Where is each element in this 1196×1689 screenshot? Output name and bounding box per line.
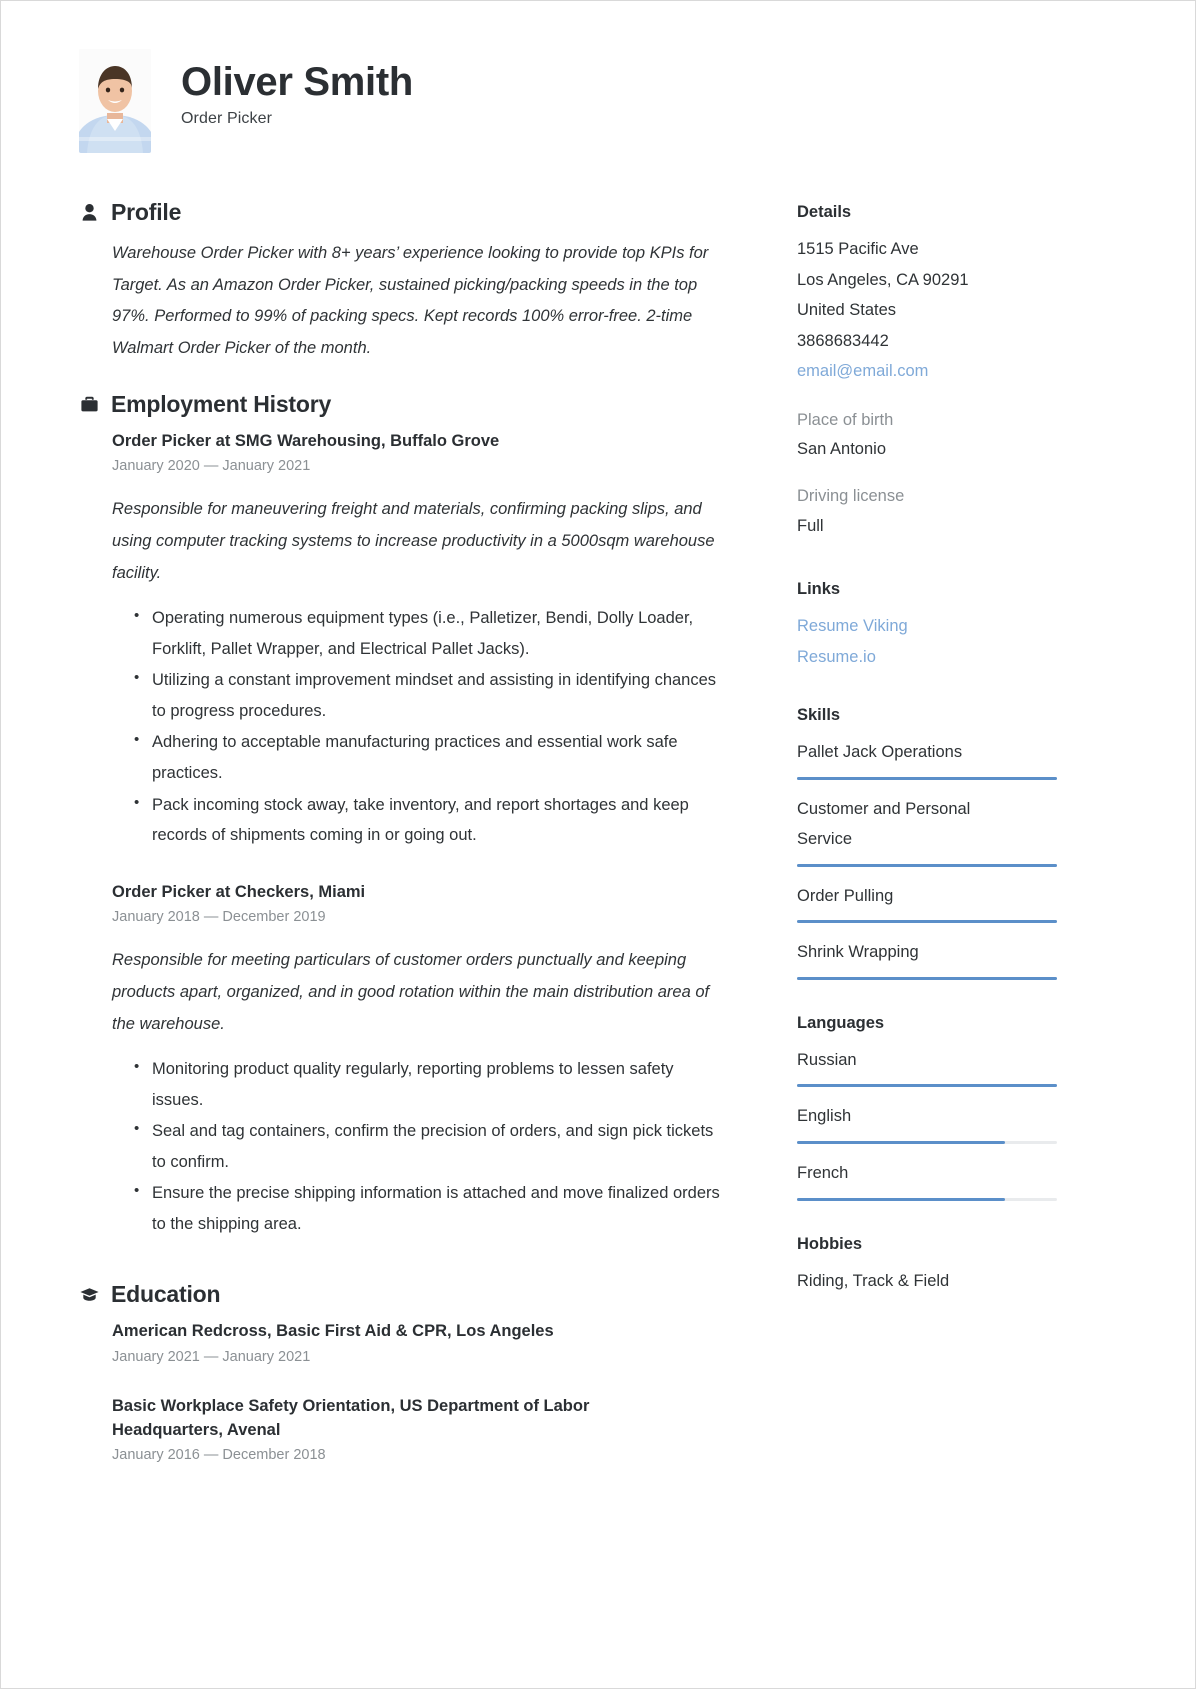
- section-education: Education American Redcross, Basic First…: [79, 1281, 729, 1465]
- section-heading: Profile: [79, 199, 729, 226]
- section-hobbies: Hobbies Riding, Track & Field: [797, 1235, 1097, 1297]
- resume-page: Oliver Smith Order Picker Profile Wareho…: [0, 0, 1196, 1689]
- section-languages: Languages Russian English French: [797, 1014, 1097, 1201]
- list-item: Pack incoming stock away, take inventory…: [134, 789, 729, 851]
- entry-dates: January 2018 — December 2019: [112, 908, 326, 925]
- section-title: Skills: [797, 706, 841, 725]
- language-label: English: [797, 1107, 852, 1126]
- employment-entry: Order Picker at SMG Warehousing, Buffalo…: [112, 430, 729, 851]
- list-item: Operating numerous equipment types (i.e.…: [134, 602, 729, 664]
- address-line-1: 1515 Pacific Ave: [797, 240, 919, 258]
- skill-level-bar: [797, 863, 1057, 867]
- employment-entry: Order Picker at Checkers, Miami January …: [112, 881, 729, 1240]
- entry-dates: January 2021 — January 2021: [112, 1348, 311, 1365]
- section-title: Profile: [111, 199, 182, 225]
- section-content: Order Picker at SMG Warehousing, Buffalo…: [79, 430, 729, 1240]
- section-heading: Education: [79, 1281, 729, 1308]
- language-label: Russian: [797, 1050, 857, 1069]
- link-resume-io[interactable]: Resume.io: [797, 642, 1097, 673]
- section-title: Hobbies: [797, 1234, 863, 1253]
- skill-item: Order Pulling: [797, 881, 1097, 924]
- section-title: Details: [797, 203, 852, 221]
- section-title: Employment History: [111, 390, 332, 417]
- entry-description: Responsible for maneuvering freight and …: [112, 500, 715, 582]
- education-entry: Basic Workplace Safety Orientation, US D…: [112, 1395, 729, 1465]
- skill-item: Customer and Personal Service: [797, 794, 1097, 867]
- skill-label: Pallet Jack Operations: [797, 743, 963, 762]
- section-content: American Redcross, Basic First Aid & CPR…: [79, 1320, 729, 1465]
- language-label: French: [797, 1164, 849, 1182]
- sidebar-column: Details 1515 Pacific Ave Los Angeles, CA…: [797, 199, 1097, 1491]
- education-entry: American Redcross, Basic First Aid & CPR…: [112, 1320, 729, 1367]
- list-item: Utilizing a constant improvement mindset…: [134, 664, 729, 726]
- skill-label: Shrink Wrapping: [797, 943, 919, 962]
- language-level-bar: [797, 1141, 1057, 1144]
- language-level-bar: [797, 1084, 1057, 1088]
- language-level-fill: [797, 1141, 1005, 1144]
- section-profile: Profile Warehouse Order Picker with 8+ y…: [79, 199, 729, 365]
- entry-bullets: Monitoring product quality regularly, re…: [112, 1053, 729, 1239]
- skill-level-fill: [797, 863, 1057, 867]
- place-of-birth-value: San Antonio: [797, 440, 886, 459]
- section-title: Languages: [797, 1013, 885, 1032]
- section-heading: Employment History: [79, 391, 729, 418]
- resume-body: Profile Warehouse Order Picker with 8+ y…: [1, 199, 1195, 1491]
- list-item: Seal and tag containers, confirm the pre…: [134, 1115, 729, 1177]
- resume-header: Oliver Smith Order Picker: [1, 1, 1195, 153]
- entry-title: Basic Workplace Safety Orientation, US D…: [112, 1397, 590, 1439]
- skill-label: Order Pulling: [797, 886, 894, 905]
- entry-description: Responsible for meeting particulars of c…: [112, 951, 710, 1033]
- job-title: Order Picker: [181, 110, 272, 127]
- profile-text: Warehouse Order Picker with 8+ years’ ex…: [112, 244, 709, 358]
- section-title: Education: [111, 1281, 221, 1308]
- section-skills: Skills Pallet Jack Operations Customer a…: [797, 706, 1097, 980]
- skill-item: Pallet Jack Operations: [797, 737, 1097, 780]
- skill-level-fill: [797, 976, 1057, 980]
- briefcase-icon: [79, 393, 99, 415]
- hobbies-text: Riding, Track & Field: [797, 1271, 950, 1290]
- skill-label: Customer and Personal Service: [797, 799, 971, 849]
- entry-dates: January 2020 — January 2021: [112, 458, 311, 475]
- skill-level-fill: [797, 776, 1057, 780]
- name-block: Oliver Smith Order Picker: [181, 49, 413, 128]
- phone-number: 3868683442: [797, 331, 889, 350]
- section-title: Links: [797, 580, 841, 599]
- section-details: Details 1515 Pacific Ave Los Angeles, CA…: [797, 203, 1097, 540]
- place-of-birth-label: Place of birth: [797, 410, 894, 429]
- link-resume-viking[interactable]: Resume Viking: [797, 611, 1097, 642]
- entry-dates: January 2016 — December 2018: [112, 1446, 326, 1463]
- language-level-fill: [797, 1084, 1057, 1088]
- language-level-bar: [797, 1197, 1057, 1201]
- language-level-fill: [797, 1197, 1005, 1201]
- language-item: Russian: [797, 1045, 1097, 1088]
- person-icon: [79, 202, 99, 224]
- section-links: Links Resume Viking Resume.io: [797, 580, 1097, 672]
- language-item: French: [797, 1158, 1097, 1201]
- section-content: Warehouse Order Picker with 8+ years’ ex…: [79, 238, 729, 365]
- driving-license-label: Driving license: [797, 487, 905, 506]
- entry-bullets: Operating numerous equipment types (i.e.…: [112, 602, 729, 851]
- graduation-cap-icon: [79, 1284, 99, 1306]
- skill-level-fill: [797, 920, 1057, 924]
- skill-level-bar: [797, 920, 1057, 924]
- section-employment-history: Employment History Order Picker at SMG W…: [79, 391, 729, 1240]
- list-item: Ensure the precise shipping information …: [134, 1177, 729, 1239]
- country: United States: [797, 301, 897, 320]
- skill-level-bar: [797, 976, 1057, 980]
- list-item: Monitoring product quality regularly, re…: [134, 1053, 729, 1115]
- address-line-2: Los Angeles, CA 90291: [797, 270, 969, 289]
- main-column: Profile Warehouse Order Picker with 8+ y…: [79, 199, 729, 1491]
- language-item: English: [797, 1101, 1097, 1144]
- page-title: Oliver Smith: [181, 60, 414, 104]
- entry-title: Order Picker at Checkers, Miami: [112, 882, 366, 901]
- skill-level-bar: [797, 776, 1057, 780]
- avatar: [79, 49, 151, 153]
- list-item: Adhering to acceptable manufacturing pra…: [134, 726, 729, 788]
- entry-title: Order Picker at SMG Warehousing, Buffalo…: [112, 431, 500, 450]
- email-link[interactable]: email@email.com: [797, 356, 1097, 387]
- driving-license-value: Full: [797, 516, 824, 535]
- entry-title: American Redcross, Basic First Aid & CPR…: [112, 1322, 554, 1341]
- skill-item: Shrink Wrapping: [797, 937, 1097, 980]
